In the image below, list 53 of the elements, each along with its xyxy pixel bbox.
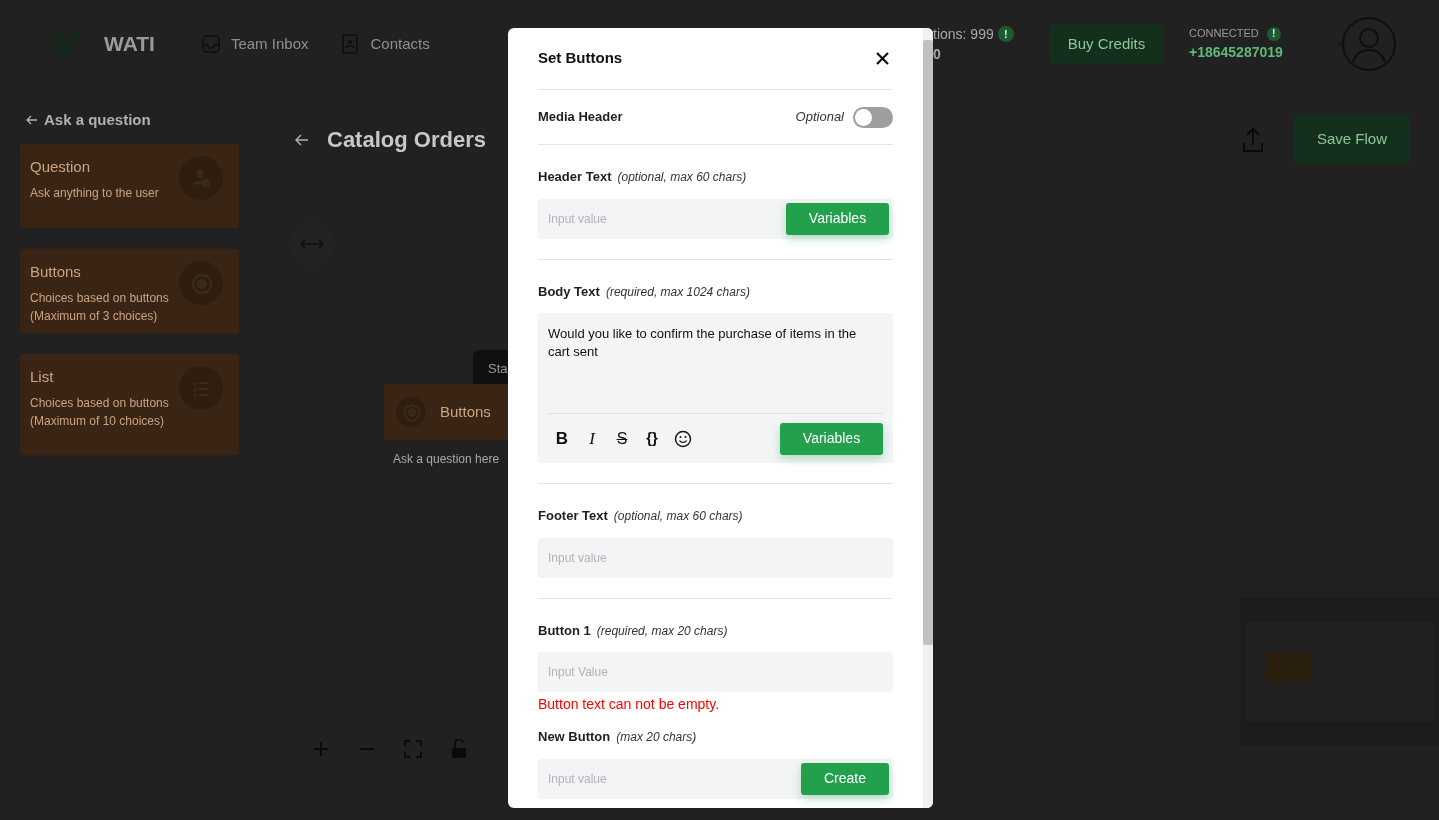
field-label: Header Text (538, 168, 612, 186)
brand-name: WATI (104, 31, 155, 58)
error-message: Button text can not be empty. (538, 695, 721, 714)
notification-count: tions: 999 (933, 25, 994, 44)
back-arrow-icon (26, 115, 38, 126)
field-label: Button 1 (538, 621, 591, 640)
field-hint: (optional, max 60 chars) (613, 508, 743, 525)
info-badge: ! (1266, 26, 1281, 41)
field-hint: (max 20 chars) (616, 729, 697, 746)
info-badge: ! (997, 26, 1014, 42)
dialog-title: Set Buttons (538, 48, 623, 69)
bold-format-button[interactable]: B (554, 425, 570, 452)
block-card[interactable]: Question Ask anything to the user (20, 143, 239, 228)
back-link[interactable]: Ask a question (26, 109, 239, 132)
flow-title: Catalog Orders (327, 126, 486, 154)
card-title: List (30, 366, 54, 387)
field-label: Footer Text (538, 507, 608, 525)
close-icon[interactable] (876, 52, 889, 65)
phone-number: +18645287019 (1189, 42, 1284, 62)
nav-link[interactable]: Contacts (340, 32, 430, 56)
card-description: Ask anything to the user (30, 185, 160, 202)
node-caption: Ask a question here (393, 451, 500, 468)
back-arrow-icon[interactable] (295, 133, 309, 146)
emoji-icon[interactable] (674, 429, 692, 448)
text-input[interactable]: Input value (538, 537, 893, 578)
scrollbar[interactable] (923, 28, 933, 808)
card-description: Choices based on buttons (Maximum of 10 choices) (30, 395, 170, 430)
strike-format-button[interactable]: S (614, 426, 630, 451)
italic-format-button[interactable]: I (584, 425, 600, 452)
card-title: Question (30, 156, 91, 177)
field-hint: (required, max 20 chars) (596, 622, 728, 640)
node-title: Buttons (440, 401, 491, 422)
field-label: Media Header (538, 108, 623, 127)
field-hint: (optional, max 60 chars) (617, 169, 747, 186)
code-format-button[interactable]: {} (644, 427, 660, 450)
field-hint: (required, max 1024 chars) (605, 283, 750, 301)
save-flow-button[interactable]: Save Flow (1294, 115, 1410, 164)
toggle-switch[interactable] (853, 106, 893, 128)
connection-status: CONNECTED (1189, 26, 1259, 42)
body-text-input[interactable]: Would you like to confirm the purchase of items in the cart sent (548, 313, 878, 413)
block-card[interactable]: Buttons Choices based on buttons (Maximum of 3 choices) (20, 248, 239, 333)
card-title: Buttons (30, 261, 81, 282)
lock-icon[interactable] (449, 739, 469, 759)
block-card[interactable]: List Choices based on buttons (Maximum of 10 choices) (20, 353, 239, 455)
rich-text-editor[interactable]: Would you like to confirm the purchase of items in the cart sent B I S {} Variables (538, 313, 893, 463)
field-label: Body Text (538, 282, 600, 301)
card-description: Choices based on buttons (Maximum of 3 choices) (30, 290, 170, 325)
text-input[interactable]: Input Value (538, 652, 893, 692)
optional-label: Optional (795, 108, 844, 127)
notification-count: 0 (933, 45, 942, 64)
nav-link[interactable]: Team Inbox (200, 32, 309, 56)
field-label: New Button (538, 728, 611, 746)
buy-credits-button[interactable]: Buy Credits (1049, 24, 1164, 64)
